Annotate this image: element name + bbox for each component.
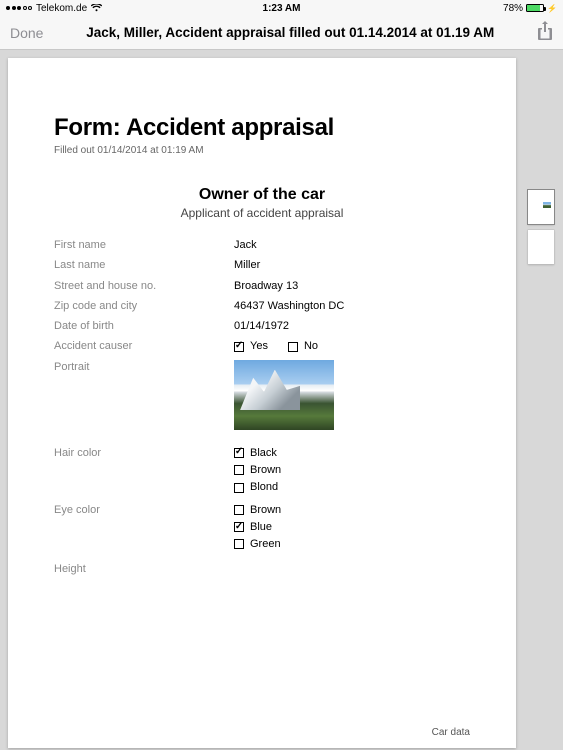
- label-accident-causer: Accident causer: [54, 339, 234, 353]
- section-subtitle: Applicant of accident appraisal: [54, 206, 470, 220]
- value-last-name: Miller: [234, 258, 470, 272]
- battery-pct-label: 78%: [503, 3, 523, 14]
- checkbox-icon: [234, 483, 244, 493]
- checkbox-icon: [234, 539, 244, 549]
- opt-eye-blue-label: Blue: [250, 520, 272, 534]
- label-hair-color: Hair color: [54, 446, 234, 460]
- page-thumbnails: [522, 50, 560, 750]
- share-button[interactable]: [537, 21, 553, 44]
- opt-eye-brown-label: Brown: [250, 503, 281, 517]
- thumbnail-page-2[interactable]: [528, 230, 554, 264]
- label-dob: Date of birth: [54, 319, 234, 333]
- portrait-image: [234, 360, 334, 430]
- opt-brown-label: Brown: [250, 463, 281, 477]
- label-street: Street and house no.: [54, 279, 234, 293]
- label-last-name: Last name: [54, 258, 234, 272]
- opt-eye-green-label: Green: [250, 537, 281, 551]
- charging-icon: ⚡: [547, 4, 557, 13]
- checkbox-causer-no: No: [288, 339, 318, 353]
- label-first-name: First name: [54, 238, 234, 252]
- checkbox-icon: [234, 342, 244, 352]
- value-street: Broadway 13: [234, 279, 470, 293]
- label-portrait: Portrait: [54, 360, 234, 374]
- checkbox-causer-yes: Yes: [234, 339, 268, 353]
- form-timestamp: Filled out 01/14/2014 at 01:19 AM: [54, 145, 470, 156]
- checkbox-eye-green: Green: [234, 537, 470, 551]
- status-right: 78% ⚡: [503, 3, 557, 14]
- nav-title: Jack, Miller, Accident appraisal filled …: [43, 25, 537, 40]
- form-title: Form: Accident appraisal: [54, 114, 470, 142]
- status-bar: Telekom.de 1:23 AM 78% ⚡: [0, 0, 563, 16]
- section-title: Owner of the car: [54, 186, 470, 204]
- footer-car-data: Car data: [432, 727, 470, 738]
- checkbox-hair-blond: Blond: [234, 480, 470, 494]
- value-zip-city: 46437 Washington DC: [234, 299, 470, 313]
- label-zip-city: Zip code and city: [54, 299, 234, 313]
- checkbox-eye-brown: Brown: [234, 503, 470, 517]
- label-height: Height: [54, 562, 234, 576]
- checkbox-icon: [234, 522, 244, 532]
- checkbox-hair-black: Black: [234, 446, 470, 460]
- done-button[interactable]: Done: [10, 25, 43, 41]
- checkbox-icon: [288, 342, 298, 352]
- checkbox-hair-brown: Brown: [234, 463, 470, 477]
- checkbox-icon: [234, 448, 244, 458]
- nav-bar: Done Jack, Miller, Accident appraisal fi…: [0, 16, 563, 50]
- value-height: [234, 562, 470, 576]
- wifi-icon: [91, 4, 102, 12]
- opt-yes-label: Yes: [250, 339, 268, 353]
- opt-blond-label: Blond: [250, 480, 278, 494]
- checkbox-eye-blue: Blue: [234, 520, 470, 534]
- carrier-label: Telekom.de: [36, 3, 87, 14]
- signal-strength-icon: [6, 6, 32, 10]
- document-page-1[interactable]: Form: Accident appraisal Filled out 01/1…: [8, 58, 516, 748]
- value-dob: 01/14/1972: [234, 319, 470, 333]
- label-eye-color: Eye color: [54, 503, 234, 517]
- battery-icon: [526, 4, 544, 12]
- checkbox-icon: [234, 465, 244, 475]
- status-left: Telekom.de: [6, 3, 102, 14]
- checkbox-icon: [234, 505, 244, 515]
- opt-black-label: Black: [250, 446, 277, 460]
- value-first-name: Jack: [234, 238, 470, 252]
- status-time: 1:23 AM: [263, 3, 301, 14]
- thumbnail-page-1[interactable]: [528, 190, 554, 224]
- opt-no-label: No: [304, 339, 318, 353]
- document-viewer: Form: Accident appraisal Filled out 01/1…: [0, 50, 563, 750]
